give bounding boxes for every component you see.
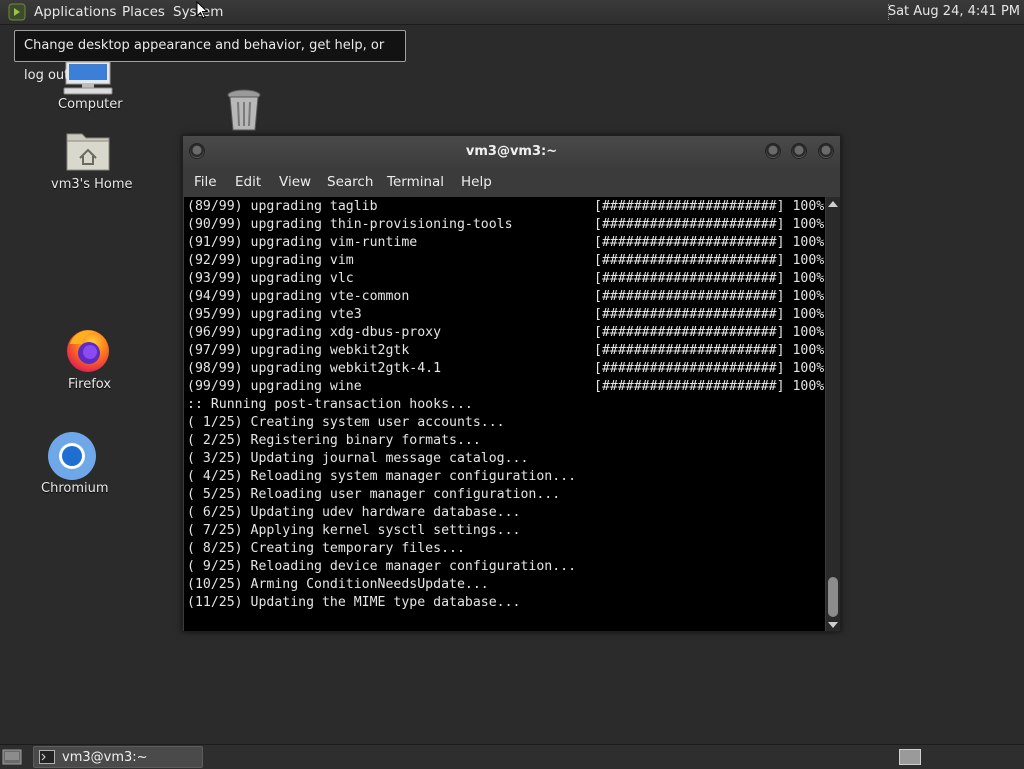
terminal-line: ( 1/25) Creating system user accounts... <box>187 415 505 430</box>
scrollbar-thumb[interactable] <box>828 577 838 617</box>
desktop-icon-trash[interactable] <box>224 88 264 132</box>
top-panel: Applications Places System Sat Aug 24, 4… <box>0 0 1024 25</box>
progress-bar-text: [######################] 100% <box>594 307 825 322</box>
menu-view[interactable]: View <box>279 174 311 190</box>
progress-bar-text: [######################] 100% <box>594 325 825 340</box>
trash-icon <box>227 89 261 131</box>
close-button[interactable] <box>818 143 834 159</box>
terminal-output[interactable]: (89/99) upgrading taglib [##############… <box>184 197 825 631</box>
terminal-line: (95/99) upgrading vte3 <box>187 307 362 322</box>
chromium-icon <box>48 432 96 480</box>
terminal-line: ( 7/25) Applying kernel sysctl settings.… <box>187 523 521 538</box>
minimize-button[interactable] <box>765 143 781 159</box>
terminal-line: ( 6/25) Updating udev hardware database.… <box>187 505 521 520</box>
window-title: vm3@vm3:~ <box>465 144 558 159</box>
menu-edit[interactable]: Edit <box>235 174 261 190</box>
terminal-line: ( 2/25) Registering binary formats... <box>187 433 481 448</box>
system-menu-tooltip: Change desktop appearance and behavior, … <box>14 30 406 83</box>
terminal-line: (89/99) upgrading taglib <box>187 199 378 214</box>
terminal-line: (92/99) upgrading vim <box>187 253 354 268</box>
terminal-line: (97/99) upgrading webkit2gtk <box>187 343 410 358</box>
maximize-button[interactable] <box>791 143 807 159</box>
terminal-menubar: File Edit View Search Terminal Help <box>183 168 840 196</box>
workspace-switcher[interactable] <box>899 749 921 765</box>
desktop-label-home: vm3's Home <box>51 177 133 192</box>
terminal-line: ( 8/25) Creating temporary files... <box>187 541 465 556</box>
terminal-line: ( 3/25) Updating journal message catalog… <box>187 451 529 466</box>
taskbar-label: vm3@vm3:~ <box>62 750 148 765</box>
terminal-line: (96/99) upgrading xdg-dbus-proxy <box>187 325 442 340</box>
terminal-line: :: Running post-transaction hooks... <box>187 397 473 412</box>
progress-bar-text: [######################] 100% <box>594 343 825 358</box>
menu-file[interactable]: File <box>194 174 217 190</box>
terminal-line: (11/25) Updating the MIME type database.… <box>187 595 521 610</box>
terminal-line: (99/99) upgrading wine <box>187 379 362 394</box>
terminal-scrollbar[interactable] <box>826 197 840 631</box>
progress-bar-text: [######################] 100% <box>594 361 825 376</box>
terminal-line: (10/25) Arming ConditionNeedsUpdate... <box>187 577 489 592</box>
desktop-label-computer: Computer <box>58 97 123 112</box>
desktop-icon-chromium[interactable] <box>47 431 97 481</box>
desktop-label-chromium: Chromium <box>41 481 109 496</box>
terminal-line: ( 9/25) Reloading device manager configu… <box>187 559 577 574</box>
terminal-line: (91/99) upgrading vim-runtime <box>187 235 418 250</box>
terminal-line: ( 5/25) Reloading user manager configura… <box>187 487 561 502</box>
desktop-icon-home[interactable] <box>64 128 112 172</box>
progress-bar-text: [######################] 100% <box>594 199 825 214</box>
scroll-down-icon[interactable] <box>828 622 838 628</box>
firefox-icon <box>67 330 109 372</box>
terminal-line: ( 4/25) Reloading system manager configu… <box>187 469 577 484</box>
clock[interactable]: Sat Aug 24, 4:41 PM <box>888 4 1020 19</box>
menu-help[interactable]: Help <box>461 174 492 190</box>
window-titlebar[interactable]: vm3@vm3:~ <box>183 136 840 168</box>
terminal-line: (93/99) upgrading vlc <box>187 271 354 286</box>
applications-menu-icon[interactable] <box>8 3 26 21</box>
terminal-line: (94/99) upgrading vte-common <box>187 289 410 304</box>
menu-search[interactable]: Search <box>327 174 373 190</box>
terminal-line: (90/99) upgrading thin-provisioning-tool… <box>187 217 513 232</box>
desktop-icon-firefox[interactable] <box>64 326 112 374</box>
progress-bar-text: [######################] 100% <box>594 289 825 304</box>
progress-bar-text: [######################] 100% <box>594 271 825 286</box>
home-folder-icon <box>66 133 110 171</box>
progress-bar-text: [######################] 100% <box>594 217 825 232</box>
progress-bar-text: [######################] 100% <box>594 379 825 394</box>
progress-bar-text: [######################] 100% <box>594 235 825 250</box>
progress-bar-text: [######################] 100% <box>594 253 825 268</box>
desktop-label-firefox: Firefox <box>68 377 112 392</box>
terminal-window: vm3@vm3:~ File Edit View Search Terminal… <box>182 135 841 632</box>
terminal-line: (98/99) upgrading webkit2gtk-4.1 <box>187 361 442 376</box>
show-desktop-icon[interactable] <box>2 748 22 766</box>
taskbar-button-terminal[interactable]: vm3@vm3:~ <box>33 746 203 768</box>
menu-applications[interactable]: Applications <box>34 4 116 20</box>
menu-terminal[interactable]: Terminal <box>387 174 444 190</box>
bottom-panel: vm3@vm3:~ <box>0 744 1024 769</box>
menu-places[interactable]: Places <box>122 4 165 20</box>
scroll-up-icon[interactable] <box>828 201 838 207</box>
terminal-icon <box>39 750 55 764</box>
mouse-cursor-icon <box>196 1 208 19</box>
